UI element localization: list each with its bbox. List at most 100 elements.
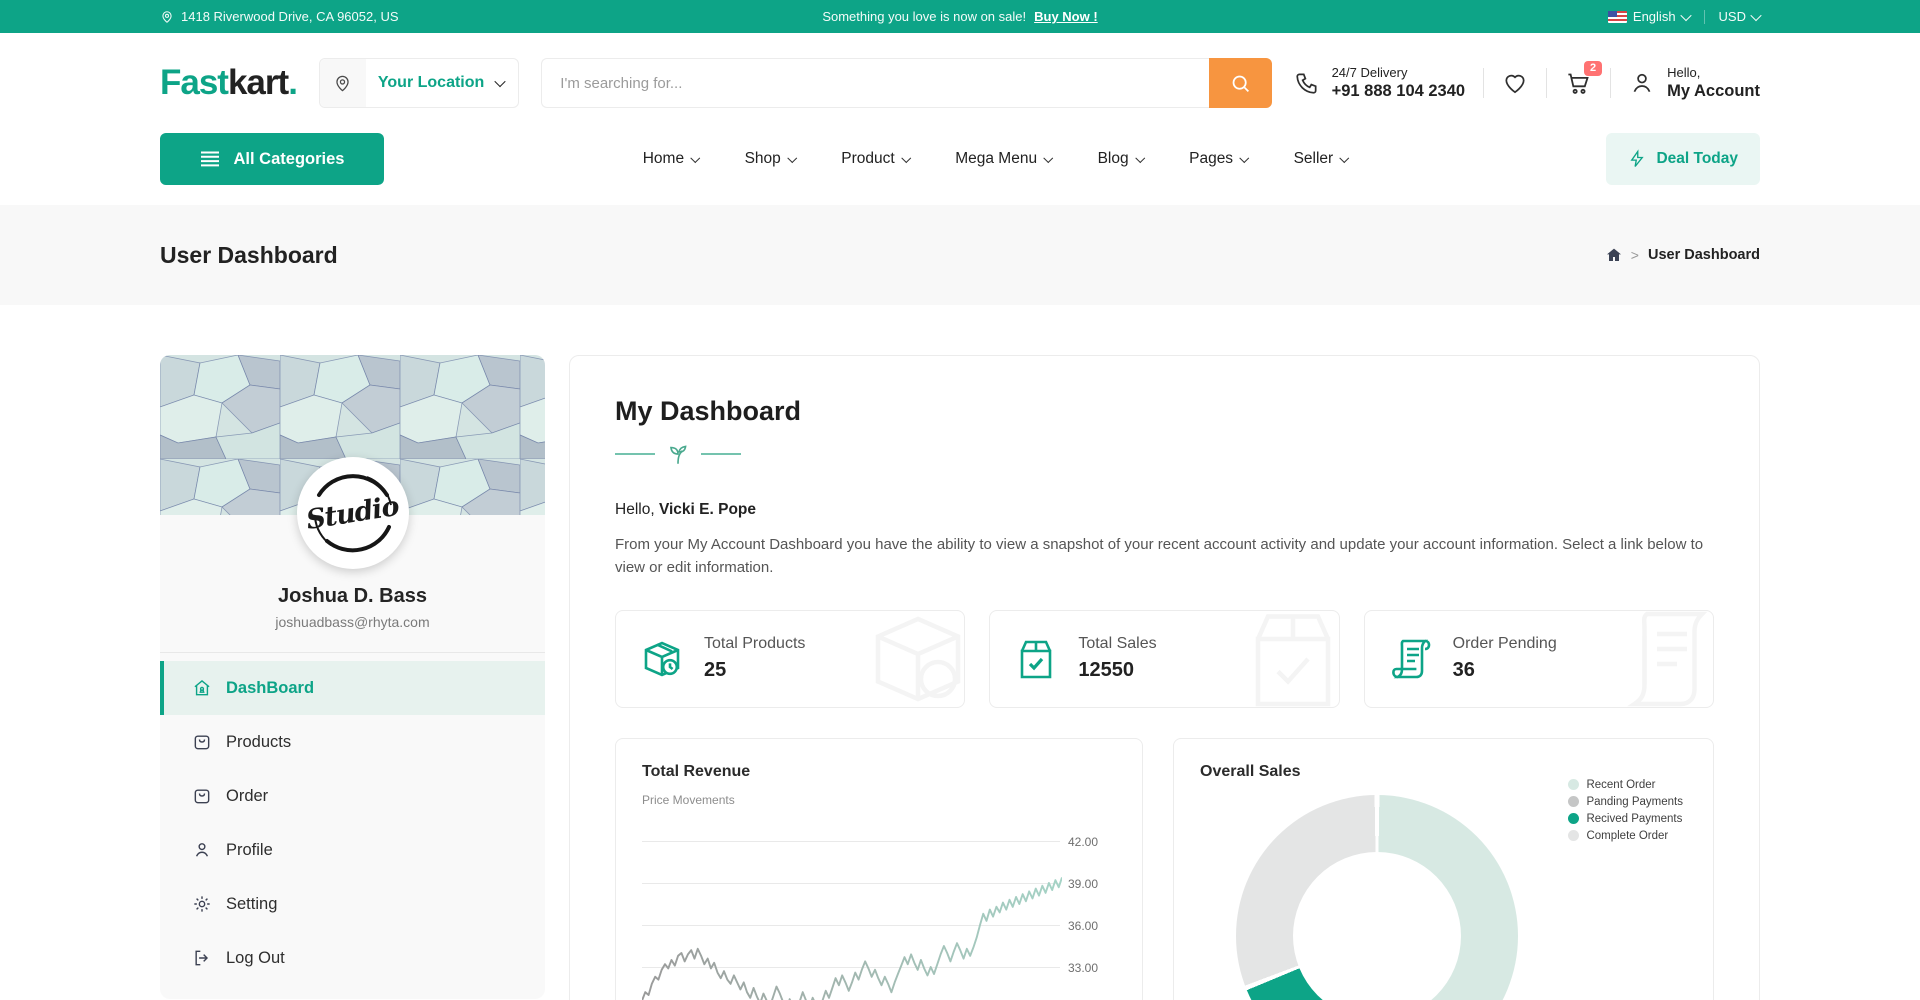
divider xyxy=(1483,68,1484,98)
sidebar-item-label: Setting xyxy=(226,895,277,914)
legend-dot xyxy=(1568,779,1579,790)
legend-dot xyxy=(1568,813,1579,824)
user-name: Joshua D. Bass xyxy=(160,585,545,608)
leaf-icon xyxy=(665,441,691,467)
legend-dot xyxy=(1568,796,1579,807)
y-tick: 39.00 xyxy=(1068,877,1116,891)
sidebar-item-setting[interactable]: Setting xyxy=(160,877,545,931)
nav-item-pages[interactable]: Pages xyxy=(1189,150,1247,168)
stat-cards: Total Products 25 Total Sales 12550 xyxy=(615,610,1714,708)
sidebar-item-label: DashBoard xyxy=(226,679,314,698)
stat-value: 36 xyxy=(1453,659,1557,682)
donut-chart[interactable] xyxy=(1236,795,1518,1000)
location-dropdown[interactable]: Your Location xyxy=(319,58,519,108)
line-chart-plot[interactable]: 42.00 39.00 36.00 33.00 30.00 xyxy=(642,817,1116,1000)
chart-legend: Recent Order Panding Payments Recived Pa… xyxy=(1568,779,1683,847)
legend-item[interactable]: Panding Payments xyxy=(1568,796,1683,808)
main-nav: All Categories Home Shop Product Mega Me… xyxy=(0,133,1920,201)
shopping-bag-icon xyxy=(192,786,212,806)
home-icon[interactable] xyxy=(1606,247,1622,263)
stat-total-products: Total Products 25 xyxy=(615,610,965,708)
legend-dot xyxy=(1568,830,1579,841)
main-header: Fastkart. Your Location 24/7 xyxy=(0,33,1920,133)
lightning-icon xyxy=(1628,149,1646,169)
breadcrumb-current: User Dashboard xyxy=(1648,247,1760,263)
all-categories-button[interactable]: All Categories xyxy=(160,133,384,185)
top-bar: 1418 Riverwood Drive, CA 96052, US Somet… xyxy=(0,0,1920,33)
search-icon xyxy=(1230,73,1251,94)
nav-item-product[interactable]: Product xyxy=(841,150,909,168)
breadcrumb: > User Dashboard xyxy=(1606,247,1760,263)
legend-item[interactable]: Recived Payments xyxy=(1568,813,1683,825)
stat-label: Order Pending xyxy=(1453,635,1557,653)
deal-today-label: Deal Today xyxy=(1656,150,1738,168)
language-selector[interactable]: English xyxy=(1608,9,1690,24)
deal-today-button[interactable]: Deal Today xyxy=(1606,133,1760,185)
package-watermark-icon xyxy=(1233,610,1340,708)
location-pin-icon xyxy=(160,10,174,24)
currency-selector[interactable]: USD xyxy=(1719,9,1760,24)
search-bar xyxy=(541,58,1271,108)
stat-total-sales: Total Sales 12550 xyxy=(989,610,1339,708)
account-label: My Account xyxy=(1667,82,1760,101)
package-watermark-icon xyxy=(858,610,965,708)
my-account-button[interactable]: Hello, My Account xyxy=(1629,65,1760,101)
fastkart-logo[interactable]: Fastkart. xyxy=(160,63,297,103)
sidebar-item-label: Products xyxy=(226,733,291,752)
stat-value: 25 xyxy=(704,659,805,682)
stat-value: 12550 xyxy=(1078,659,1156,682)
sidebar-item-products[interactable]: Products xyxy=(160,715,545,769)
nav-item-shop[interactable]: Shop xyxy=(745,150,796,168)
chevron-down-icon xyxy=(495,76,506,87)
divider xyxy=(1546,68,1547,98)
language-label: English xyxy=(1633,9,1676,24)
buy-now-link[interactable]: Buy Now ! xyxy=(1034,9,1098,24)
delivery-phone[interactable]: 24/7 Delivery +91 888 104 2340 xyxy=(1294,65,1466,101)
legend-item[interactable]: Complete Order xyxy=(1568,830,1683,842)
chevron-down-icon xyxy=(787,153,796,162)
chevron-down-icon xyxy=(901,153,910,162)
sidebar-item-dashboard[interactable]: DashBoard xyxy=(160,661,545,715)
sidebar-item-logout[interactable]: Log Out xyxy=(160,931,545,985)
stat-order-pending: Order Pending 36 xyxy=(1364,610,1714,708)
logo-text-kart: kart xyxy=(228,63,288,102)
chevron-down-icon xyxy=(1340,153,1349,162)
sidebar-item-order[interactable]: Order xyxy=(160,769,545,823)
package-clock-icon xyxy=(638,635,686,683)
chevron-down-icon xyxy=(691,153,700,162)
nav-item-mega-menu[interactable]: Mega Menu xyxy=(955,150,1051,168)
user-email: joshuadbass@rhyta.com xyxy=(160,614,545,630)
sidebar-item-profile[interactable]: Profile xyxy=(160,823,545,877)
title-decoration xyxy=(615,441,1714,467)
nav-item-home[interactable]: Home xyxy=(643,150,699,168)
heart-icon xyxy=(1502,70,1528,96)
logout-icon xyxy=(192,948,212,968)
welcome-line: Hello, Vicki E. Pope xyxy=(615,501,1714,519)
user-icon xyxy=(1629,70,1655,96)
divider xyxy=(1704,10,1705,24)
package-check-icon xyxy=(1012,635,1060,683)
cart-count-badge: 2 xyxy=(1584,61,1602,76)
avatar: Studio xyxy=(297,457,409,569)
search-input[interactable] xyxy=(541,58,1208,108)
dashboard-panel: My Dashboard Hello, Vicki E. Pope From y… xyxy=(569,355,1760,1000)
location-pin-icon xyxy=(320,59,366,107)
legend-item[interactable]: Recent Order xyxy=(1568,779,1683,791)
overall-sales-chart: Overall Sales Recent Order Panding Payme… xyxy=(1173,738,1714,1000)
wishlist-button[interactable] xyxy=(1502,70,1528,96)
currency-label: USD xyxy=(1719,9,1746,24)
nav-item-blog[interactable]: Blog xyxy=(1098,150,1144,168)
promo-text: Something you love is now on sale! xyxy=(822,9,1026,24)
search-button[interactable] xyxy=(1209,58,1272,108)
us-flag-icon xyxy=(1608,11,1627,23)
gear-icon xyxy=(192,894,212,914)
user-icon xyxy=(192,840,212,860)
divider xyxy=(1610,68,1611,98)
divider xyxy=(160,652,545,653)
nav-item-seller[interactable]: Seller xyxy=(1294,150,1348,168)
logo-text-fast: Fast xyxy=(160,63,228,102)
sidebar-item-label: Log Out xyxy=(226,949,285,968)
chevron-down-icon xyxy=(1680,9,1691,20)
chevron-down-icon xyxy=(1044,153,1053,162)
cart-button[interactable]: 2 xyxy=(1565,70,1592,97)
